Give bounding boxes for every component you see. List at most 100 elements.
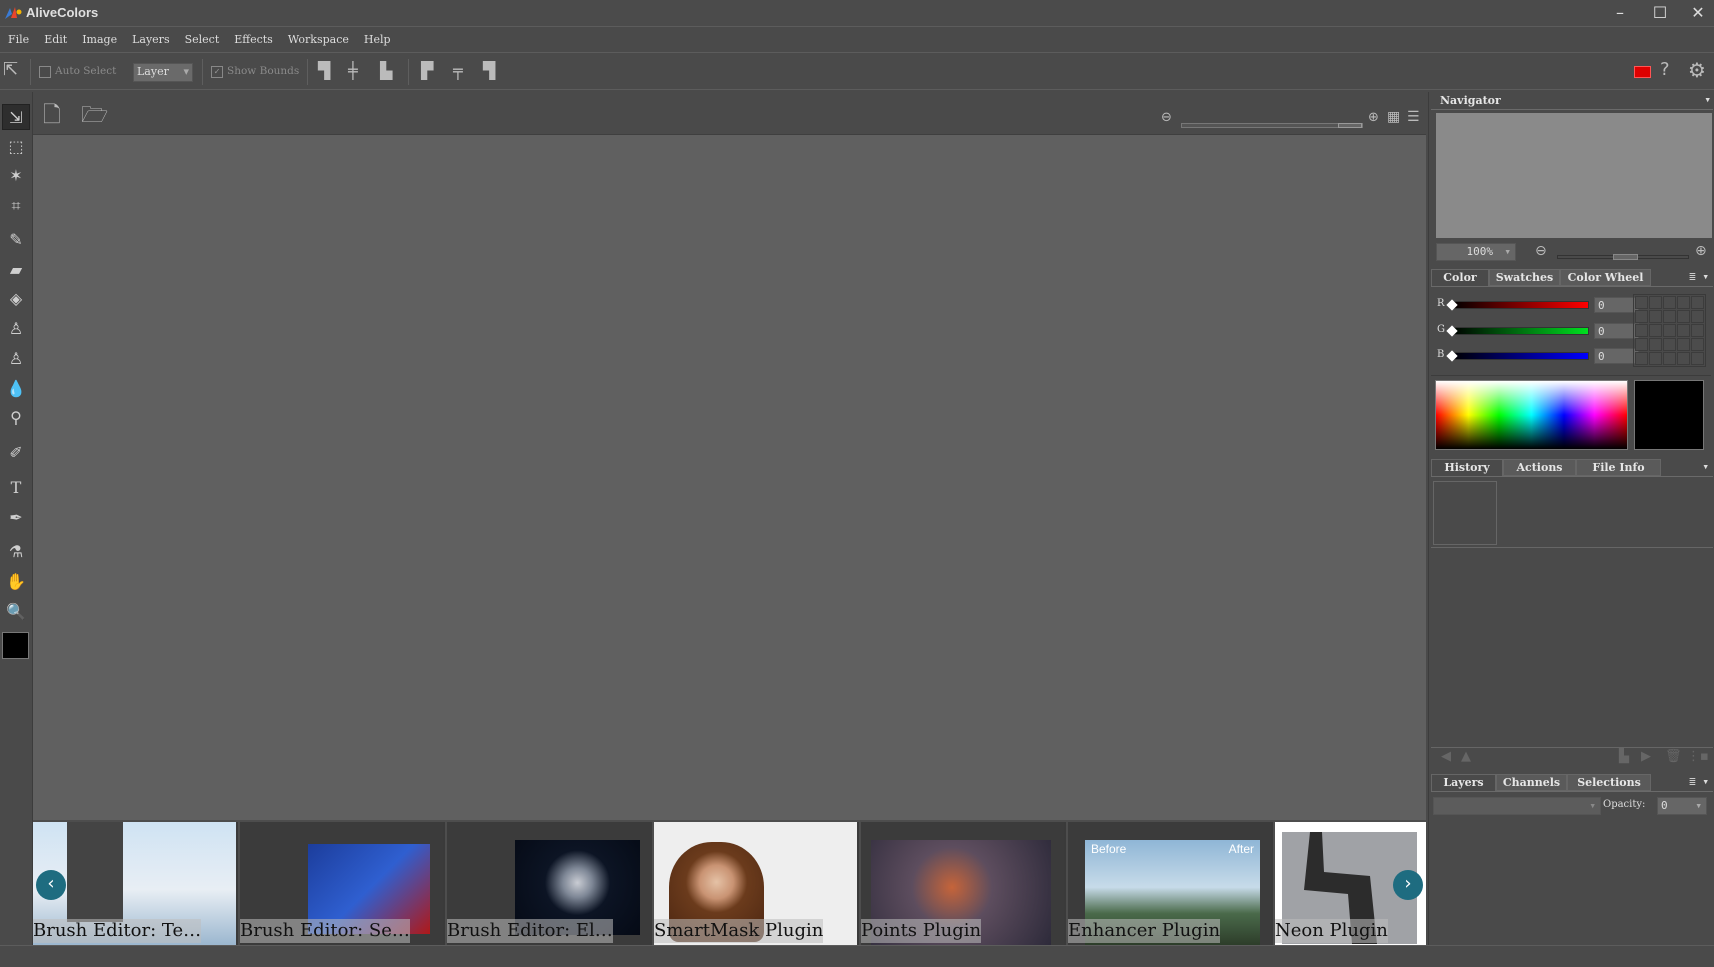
- tab-actions[interactable]: Actions: [1503, 459, 1576, 476]
- history-back-icon[interactable]: ◀: [1441, 749, 1451, 764]
- settings-gear-icon[interactable]: ⚙: [1688, 58, 1706, 82]
- clone-stamp-icon[interactable]: ♙: [2, 316, 30, 342]
- filmstrip-next-button[interactable]: ›: [1393, 870, 1423, 900]
- menu-select[interactable]: Select: [185, 33, 220, 46]
- magic-wand-icon[interactable]: ✶: [2, 163, 30, 189]
- tab-history[interactable]: History: [1431, 459, 1503, 476]
- menu-help[interactable]: Help: [364, 33, 391, 46]
- layers-menu-icon[interactable]: ≣ ▾: [1689, 775, 1709, 788]
- filmstrip-item[interactable]: Before After Enhancer Plugin: [1068, 822, 1273, 945]
- play-icon[interactable]: ▶: [1641, 749, 1651, 764]
- filmstrip-item[interactable]: Points Plugin: [861, 822, 1066, 945]
- tab-channels[interactable]: Channels: [1496, 774, 1567, 791]
- grid-view-icon[interactable]: ▦: [1387, 109, 1400, 125]
- navigator-zoom-slider[interactable]: [1557, 254, 1689, 260]
- hand-tool-icon[interactable]: ✋: [2, 569, 30, 595]
- navigator-header: Navigator ▾: [1431, 92, 1713, 110]
- zoom-tool-icon[interactable]: 🔍: [2, 599, 30, 625]
- help-icon[interactable]: ?: [1660, 59, 1670, 80]
- channel-r-slider[interactable]: [1446, 299, 1589, 311]
- text-tool-icon[interactable]: T: [2, 475, 30, 501]
- crop-tool-icon[interactable]: ⌗: [2, 193, 30, 219]
- new-snapshot-icon[interactable]: ▙: [1619, 749, 1629, 764]
- filmstrip: Brush Editor: Te… Brush Editor: Se… Brus…: [33, 820, 1426, 945]
- color-spectrum[interactable]: [1435, 380, 1628, 450]
- auto-select-checkbox[interactable]: [39, 66, 51, 78]
- filmstrip-item[interactable]: Brush Editor: El…: [447, 822, 652, 945]
- channel-b-slider[interactable]: [1446, 350, 1589, 362]
- tab-selections[interactable]: Selections: [1567, 774, 1651, 791]
- layers-tabs: Layers Channels Selections ≣ ▾: [1431, 774, 1713, 792]
- auto-select-label: Auto Select: [55, 65, 117, 77]
- delete-icon[interactable]: 🗑: [1665, 749, 1682, 764]
- pattern-stamp-icon[interactable]: ♙: [2, 346, 30, 372]
- eyedropper-icon[interactable]: ⚗: [2, 539, 30, 565]
- tab-color-wheel[interactable]: Color Wheel: [1560, 269, 1651, 286]
- menu-effects[interactable]: Effects: [234, 33, 273, 46]
- opacity-input[interactable]: 0 ▾: [1657, 797, 1707, 815]
- history-options-icon[interactable]: ⋮▪: [1687, 749, 1709, 764]
- history-menu-icon[interactable]: ▾: [1702, 460, 1709, 473]
- filmstrip-item[interactable]: Brush Editor: Se…: [240, 822, 445, 945]
- fill-bucket-icon[interactable]: ◈: [2, 286, 30, 312]
- filmstrip-prev-button[interactable]: ‹: [36, 870, 66, 900]
- rgb-sliders: R 0 G 0 B 0: [1437, 297, 1639, 377]
- marquee-tool-icon[interactable]: ⬚: [2, 134, 30, 160]
- new-document-icon[interactable]: 🗋: [43, 98, 61, 136]
- minimize-button[interactable]: –: [1604, 2, 1636, 24]
- recent-swatches-grid[interactable]: [1633, 294, 1706, 367]
- history-snapshot[interactable]: [1433, 481, 1497, 545]
- maximize-button[interactable]: ☐: [1644, 2, 1676, 24]
- pen-tool-icon[interactable]: ✒: [2, 505, 30, 531]
- navigator-menu-icon[interactable]: ▾: [1704, 93, 1711, 106]
- zoom-out-icon[interactable]: ⊖: [1161, 110, 1172, 125]
- blend-mode-select[interactable]: ▾: [1433, 797, 1601, 815]
- menu-layers[interactable]: Layers: [132, 33, 170, 46]
- feedback-icon[interactable]: [1634, 66, 1651, 78]
- history-up-icon[interactable]: ▲: [1461, 749, 1471, 764]
- open-document-icon[interactable]: 🗁: [81, 98, 108, 136]
- dodge-tool-icon[interactable]: ⚲: [2, 405, 30, 431]
- navigator-zoom-out-icon[interactable]: ⊖: [1535, 243, 1547, 259]
- foreground-color-swatch[interactable]: [2, 632, 29, 659]
- show-bounds-checkbox[interactable]: ✓: [211, 66, 223, 78]
- tab-layers[interactable]: Layers: [1431, 774, 1496, 791]
- channel-g-slider[interactable]: [1446, 325, 1589, 337]
- blur-tool-icon[interactable]: 💧: [2, 376, 30, 402]
- target-select[interactable]: Layer ▾: [133, 63, 193, 82]
- list-view-icon[interactable]: ☰: [1407, 109, 1420, 125]
- menu-edit[interactable]: Edit: [44, 33, 67, 46]
- title-bar: AliveColors – ☐ ✕: [0, 0, 1714, 27]
- menu-workspace[interactable]: Workspace: [288, 33, 349, 46]
- app-logo-icon: [5, 7, 22, 19]
- align-right-icon[interactable]: ▜: [483, 61, 495, 80]
- canvas[interactable]: [33, 134, 1426, 820]
- zoom-slider[interactable]: [1181, 123, 1363, 128]
- navigator-preview[interactable]: [1436, 113, 1712, 238]
- color-panel-menu-icon[interactable]: ≣ ▾: [1689, 270, 1709, 283]
- navigator-zoom-field[interactable]: 100% ▾: [1436, 243, 1516, 261]
- align-hcenter-icon[interactable]: ╤: [453, 61, 463, 80]
- smudge-brush-icon[interactable]: ✐: [2, 440, 30, 466]
- align-bottom-icon[interactable]: ▙: [380, 61, 392, 80]
- navigator-title: Navigator: [1440, 94, 1501, 107]
- menu-file[interactable]: File: [8, 33, 29, 46]
- current-color-swatch[interactable]: [1634, 380, 1704, 450]
- navigator-zoom-in-icon[interactable]: ⊕: [1695, 243, 1707, 259]
- zoom-in-icon[interactable]: ⊕: [1368, 110, 1379, 125]
- eraser-tool-icon[interactable]: ▰: [2, 257, 30, 283]
- tab-file-info[interactable]: File Info: [1576, 459, 1661, 476]
- tab-color[interactable]: Color: [1431, 269, 1489, 286]
- brush-tool-icon[interactable]: ✎: [2, 227, 30, 253]
- status-bar: [0, 945, 1714, 967]
- filmstrip-item[interactable]: SmartMask Plugin: [654, 822, 859, 945]
- move-tool-icon[interactable]: ⇲: [2, 104, 30, 130]
- tab-swatches[interactable]: Swatches: [1489, 269, 1560, 286]
- menu-image[interactable]: Image: [82, 33, 117, 46]
- align-top-icon[interactable]: ▜: [318, 61, 330, 80]
- align-vcenter-icon[interactable]: ╪: [348, 61, 358, 80]
- close-button[interactable]: ✕: [1682, 2, 1714, 24]
- align-left-icon[interactable]: ▛: [421, 61, 433, 80]
- before-label: Before: [1091, 842, 1127, 856]
- filmstrip-caption: Brush Editor: Se…: [240, 919, 410, 943]
